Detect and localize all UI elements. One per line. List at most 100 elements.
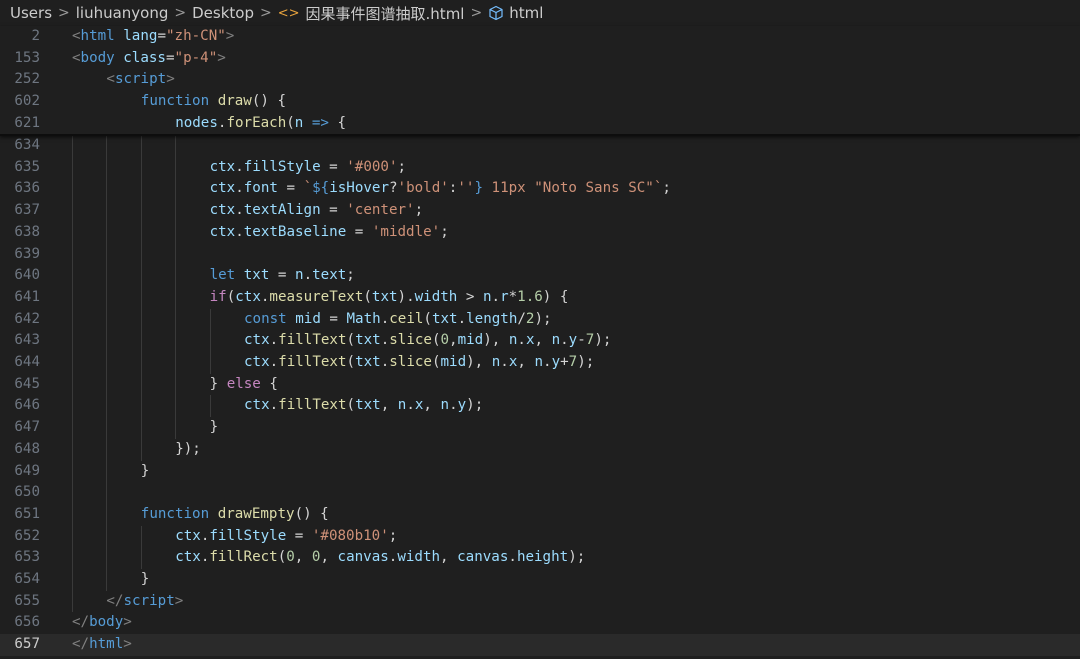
code-token: ; [397, 158, 407, 175]
code-token: fillStyle [209, 527, 287, 544]
code-token: ctx [209, 180, 236, 197]
line-number: 647 [14, 419, 40, 436]
code-token: = [157, 28, 166, 44]
code-token: ctx [244, 397, 270, 414]
code-line[interactable]: 655 </script> [0, 591, 1080, 613]
code-line[interactable]: 643 ctx.fillText(txt.slice(0,mid), n.x, n… [0, 330, 1080, 352]
breadcrumb-symbol[interactable]: html [509, 4, 543, 22]
code-line[interactable]: 602 function draw() { [0, 91, 1080, 113]
line-number: 657 [14, 636, 40, 653]
breadcrumb-separator: > [260, 5, 272, 21]
code-line[interactable]: 637 ctx.textAlign = 'center'; [0, 200, 1080, 222]
code-token: 0 [286, 549, 295, 566]
code-token: n [440, 397, 450, 414]
code-text: ctx.fillRect(0, 0, canvas.width, canvas.… [175, 547, 585, 569]
code-line[interactable]: 639 [0, 244, 1080, 266]
cube-symbol-icon [488, 5, 504, 21]
code-line[interactable]: 644 ctx.fillText(txt.slice(mid), n.x, n.y… [0, 352, 1080, 374]
line-number: 652 [14, 527, 40, 544]
code-line[interactable]: 648}); [0, 439, 1080, 461]
code-token: canvas [337, 549, 389, 566]
code-line[interactable]: 252 <script> [0, 69, 1080, 91]
code-line[interactable]: 621 nodes.forEach(n => { [0, 113, 1080, 135]
code-token: Math [346, 310, 381, 327]
code-line[interactable]: 635 ctx.fillStyle = '#000'; [0, 157, 1080, 179]
code-line[interactable]: 645} else { [0, 374, 1080, 396]
line-number: 644 [14, 354, 40, 370]
code-line[interactable]: 652 ctx.fillStyle = '#080b10'; [0, 526, 1080, 548]
breadcrumb-user-folder[interactable]: liuhuanyong [76, 4, 169, 22]
code-line[interactable]: 651 function drawEmpty() { [0, 504, 1080, 526]
line-number: 639 [14, 245, 40, 262]
code-token: measureText [269, 288, 364, 305]
code-text: </body> [72, 612, 132, 634]
code-line[interactable]: 657 </html> [0, 634, 1080, 656]
line-number: 642 [14, 310, 40, 327]
code-text: let txt = n.text; [210, 265, 355, 287]
code-token: slice [389, 332, 432, 349]
code-token: y [551, 354, 561, 370]
code-token: y [457, 397, 467, 414]
code-token: r [500, 288, 509, 305]
code-token: 'bold' [397, 180, 449, 197]
breadcrumb-file[interactable]: 因果事件图谱抽取.html [306, 3, 465, 24]
code-line[interactable]: 649} [0, 461, 1080, 483]
code-token: y [568, 332, 578, 349]
code-line[interactable]: 634 [0, 135, 1080, 157]
breadcrumb-users[interactable]: Users [10, 4, 52, 22]
code-token: } [209, 375, 227, 392]
code-line[interactable]: 647} [0, 417, 1080, 439]
code-line[interactable]: 642 const mid = Math.ceil(txt.length/2); [0, 309, 1080, 331]
code-token: lang [123, 28, 158, 44]
code-token: '' [457, 180, 475, 197]
code-token: txt [371, 288, 398, 305]
code-line[interactable]: 653 ctx.fillRect(0, 0, canvas.width, canv… [0, 547, 1080, 569]
code-line[interactable]: 636 ctx.font = `${isHover?'bold':''} 11px… [0, 178, 1080, 200]
code-text: }); [175, 439, 201, 461]
code-line[interactable]: 646 ctx.fillText(txt, n.x, n.y); [0, 395, 1080, 417]
code-token: height [516, 549, 569, 566]
code-token: ctx [244, 354, 270, 370]
code-token: n [551, 332, 561, 349]
code-token: if [209, 288, 227, 305]
code-token: ; [346, 267, 355, 284]
code-line[interactable]: 640 let txt = n.text; [0, 265, 1080, 287]
code-token: - [577, 332, 586, 349]
code-token: font [243, 180, 278, 197]
code-token: 'center' [346, 202, 415, 219]
line-number: 648 [14, 440, 40, 457]
code-line[interactable]: 2 <html lang="zh-CN"> [0, 26, 1080, 48]
breadcrumb-desktop[interactable]: Desktop [192, 4, 254, 22]
code-text: ctx.fillStyle = '#000'; [210, 157, 406, 179]
code-token: ; [662, 180, 671, 197]
code-text: ctx.fillText(txt.slice(mid), n.x, n.y+7)… [244, 352, 594, 374]
breadcrumb-separator: > [58, 5, 70, 21]
code-line[interactable]: 656 </body> [0, 612, 1080, 634]
code-line[interactable]: 641 if(ctx.measureText(txt).width > n.r*1… [0, 287, 1080, 309]
code-token: ${ [312, 180, 330, 197]
code-token: text [312, 267, 347, 284]
code-line[interactable]: 650 [0, 482, 1080, 504]
code-line[interactable]: 654} [0, 569, 1080, 591]
sticky-scroll-header[interactable]: 2 <html lang="zh-CN"> 153 <body class="p-4"… [0, 26, 1080, 135]
line-number: 638 [14, 223, 40, 240]
code-token: , [380, 397, 398, 414]
code-token: . [380, 354, 390, 370]
code-token: ( [423, 310, 432, 327]
code-token: 'middle' [371, 223, 441, 240]
code-text: ctx.font = `${isHover?'bold':''} 11px "N… [210, 178, 671, 200]
code-token: textBaseline [243, 223, 347, 240]
code-token: '#080b10' [311, 527, 389, 544]
code-token: 0 [440, 332, 450, 349]
code-token: { [328, 114, 347, 131]
line-number: 602 [14, 93, 40, 110]
code-line[interactable]: 638 ctx.textBaseline = 'middle'; [0, 222, 1080, 244]
code-token: ); [594, 332, 612, 349]
line-number: 650 [14, 484, 40, 501]
code-editor[interactable]: 2 <html lang="zh-CN"> 153 <body class="p-4"… [0, 26, 1080, 659]
code-token: > [123, 614, 132, 631]
code-line[interactable]: 153 <body class="p-4"> [0, 48, 1080, 70]
